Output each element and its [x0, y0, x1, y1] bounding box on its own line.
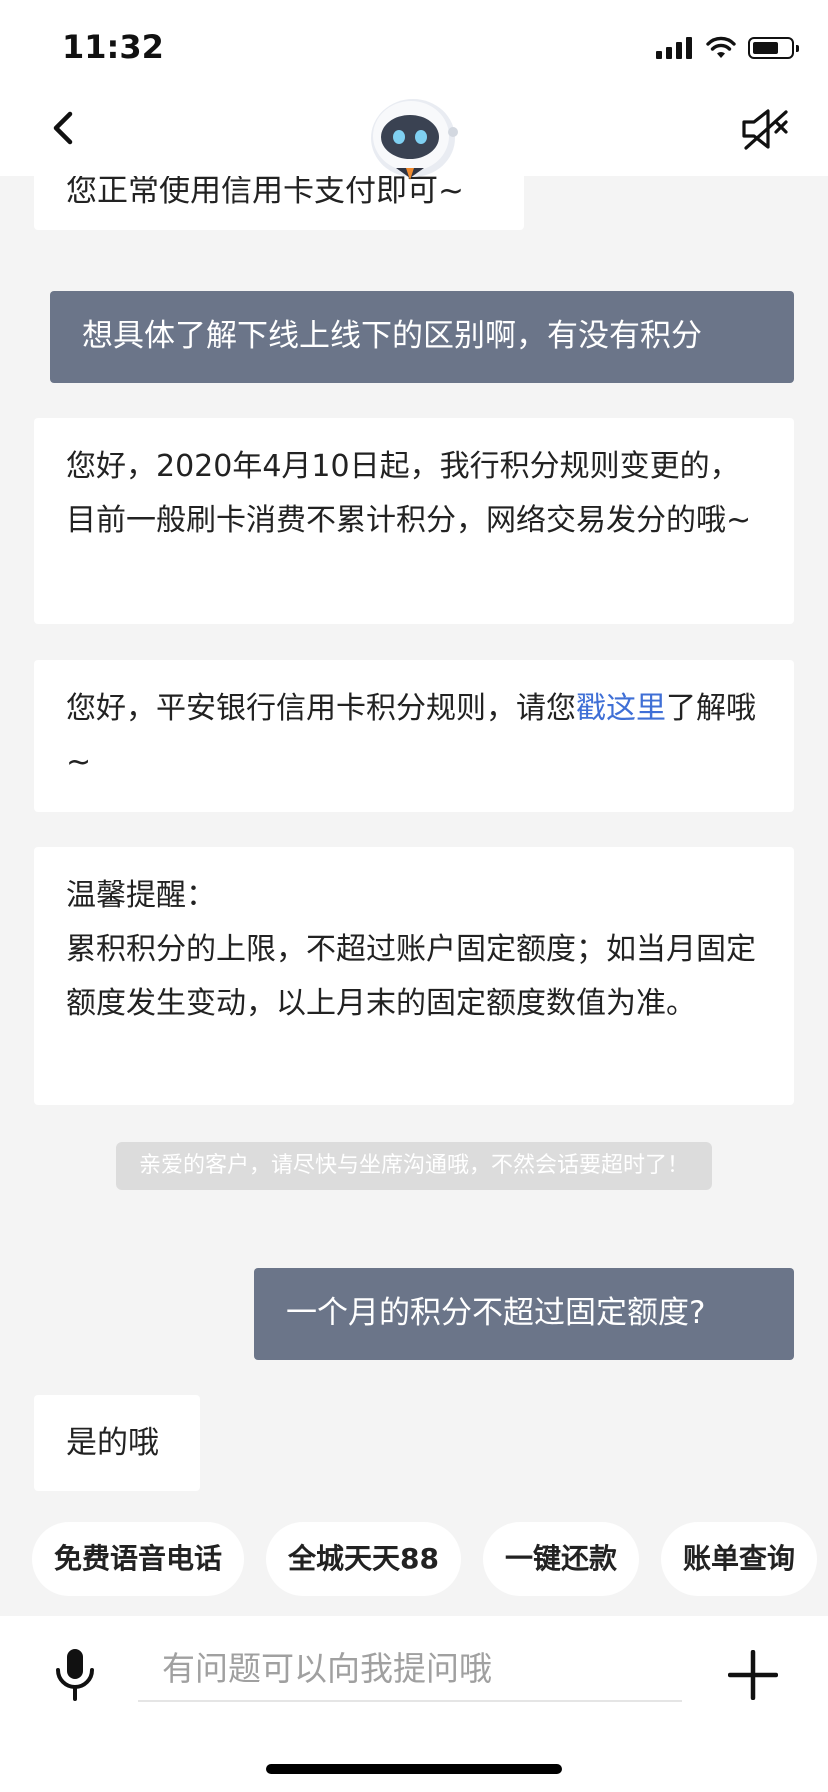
message-text: 是的哦: [66, 1425, 159, 1461]
quick-reply-repay[interactable]: 一键还款: [482, 1522, 639, 1596]
bot-message: 是的哦: [34, 1395, 200, 1491]
mute-button[interactable]: [740, 106, 792, 152]
user-message: 一个月的积分不超过固定额度?: [254, 1268, 794, 1360]
message-text: 想具体了解下线上线下的区别啊，有没有积分: [82, 318, 702, 354]
back-button[interactable]: [40, 104, 88, 152]
bot-message: 您好，2020年4月10日起，我行积分规则变更的，目前一般刷卡消费不累计积分，网…: [34, 418, 794, 624]
home-indicator: [266, 1764, 562, 1774]
message-text: 一个月的积分不超过固定额度?: [286, 1295, 706, 1331]
message-input[interactable]: [138, 1636, 682, 1702]
message-text: 累积积分的上限，不超过账户固定额度；如当月固定额度发生变动，以上月末的固定额度数…: [66, 932, 756, 1021]
wifi-icon: [706, 36, 736, 58]
quick-reply-voice-call[interactable]: 免费语音电话: [32, 1522, 245, 1596]
cellular-signal-icon: [656, 37, 692, 59]
quick-reply-city-88[interactable]: 全城天天88: [266, 1522, 461, 1596]
microphone-button[interactable]: [50, 1646, 100, 1704]
robot-avatar: [371, 99, 458, 180]
status-icons: [656, 34, 799, 62]
bot-message: 您好，平安银行信用卡积分规则，请您戳这里了解哦 ~: [34, 660, 794, 812]
user-message: 想具体了解下线上线下的区别啊，有没有积分: [50, 291, 794, 383]
message-text: 您好，2020年4月10日起，我行积分规则变更的，目前一般刷卡消费不累计积分，网…: [66, 449, 752, 538]
quick-reply-bill-query[interactable]: 账单查询: [661, 1522, 818, 1596]
status-time: 11:32: [62, 28, 164, 66]
battery-icon: [748, 37, 799, 59]
top-bar: 11:32: [0, 0, 828, 180]
quick-reply-row: 免费语音电话 全城天天88 一键还款 账单查询: [32, 1522, 828, 1598]
message-title: 温馨提醒：: [66, 878, 216, 913]
chat-area: 您正常使用信用卡支付即可~ 想具体了解下线上线下的区别啊，有没有积分 您好，20…: [0, 176, 828, 1616]
timeout-notice: 亲爱的客户，请尽快与坐席沟通哦，不然会话要超时了！: [116, 1142, 712, 1190]
chat-screen: 11:32 您正常使用信用卡支付即可~ 想具体了解下线上线下的区别啊，有没有积分…: [0, 0, 828, 1792]
message-text: 您好，平安银行信用卡积分规则，请您: [66, 691, 576, 726]
plus-button[interactable]: [728, 1650, 778, 1700]
bot-message: 温馨提醒： 累积积分的上限，不超过账户固定额度；如当月固定额度发生变动，以上月末…: [34, 847, 794, 1105]
input-bar: [0, 1616, 828, 1792]
rules-link[interactable]: 戳这里: [576, 691, 666, 726]
